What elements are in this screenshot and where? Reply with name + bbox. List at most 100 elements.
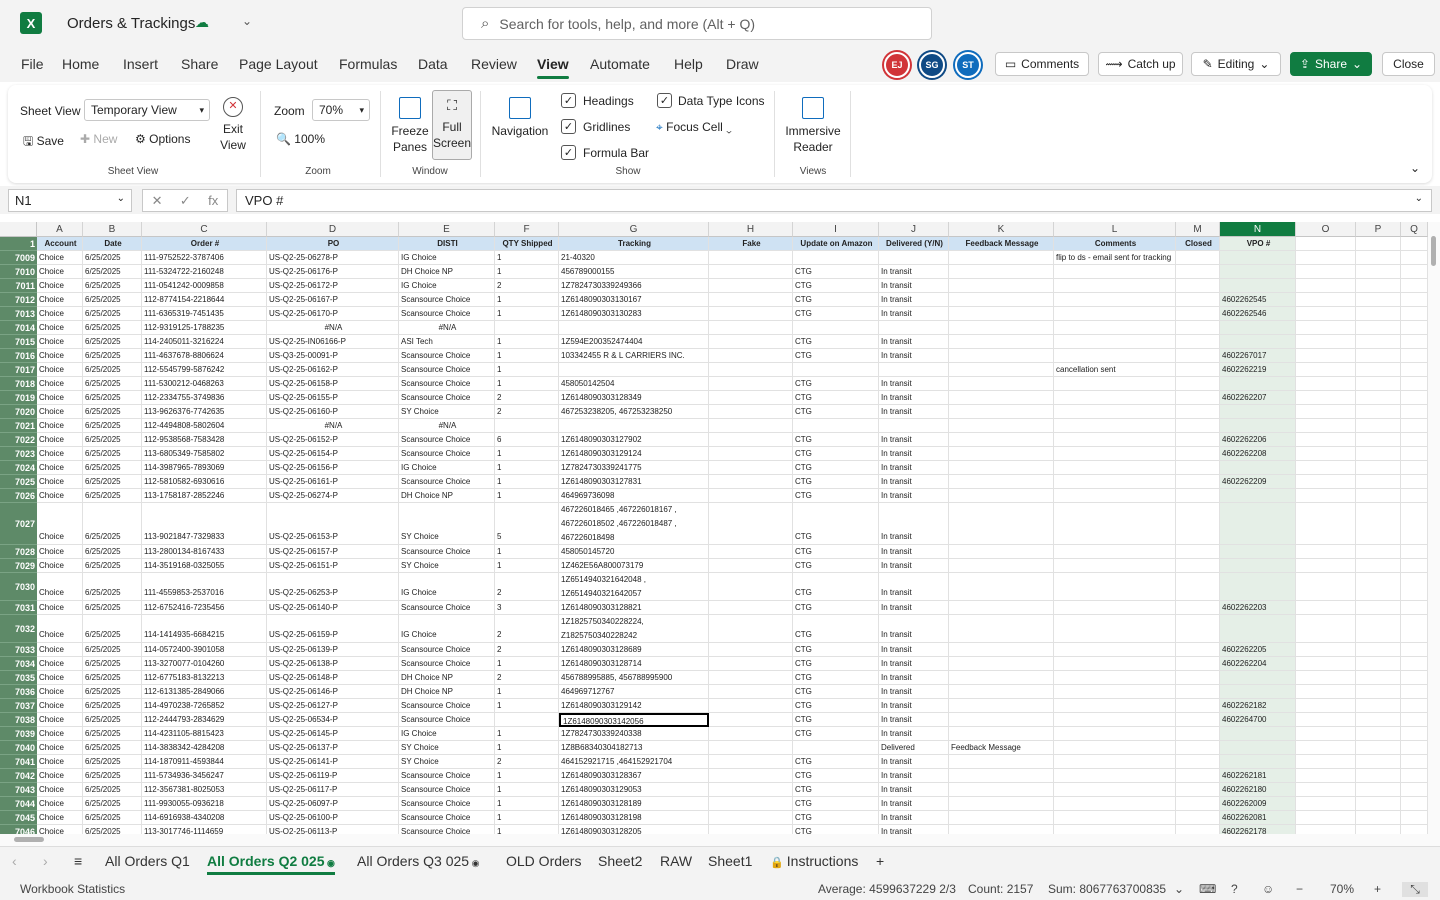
row-header[interactable]: 7044 <box>0 797 37 811</box>
cell-n[interactable] <box>1220 461 1296 475</box>
cell-m[interactable] <box>1176 307 1220 321</box>
cell-k[interactable] <box>949 503 1054 545</box>
column-header-n[interactable]: N <box>1220 222 1296 237</box>
cell-g[interactable]: 458050145720 <box>559 545 709 559</box>
column-header-d[interactable]: D <box>267 222 399 237</box>
add-sheet-button[interactable]: + <box>876 853 884 869</box>
sheet-tab-all-orders-q1[interactable]: All Orders Q1 <box>105 853 190 869</box>
column-header-c[interactable]: C <box>142 222 267 237</box>
cell-c[interactable]: 111-0541242-0009858 <box>142 279 267 293</box>
row-header[interactable]: 7011 <box>0 279 37 293</box>
cell-j[interactable] <box>879 321 949 335</box>
cell-f[interactable]: 1 <box>495 769 559 783</box>
cell-d[interactable]: US-Q2-25-06119-P <box>267 769 399 783</box>
cell-d[interactable]: US-Q2-25-06100-P <box>267 811 399 825</box>
sheet-tab-all-orders-q2-025[interactable]: All Orders Q2 025 ◉ <box>207 853 335 875</box>
cell-l[interactable] <box>1054 643 1176 657</box>
cell-n[interactable] <box>1220 741 1296 755</box>
cell-j[interactable]: In transit <box>879 279 949 293</box>
cell-d[interactable]: US-Q2-25-06157-P <box>267 545 399 559</box>
cell-d[interactable]: US-Q2-25-06160-P <box>267 405 399 419</box>
cell-j[interactable]: In transit <box>879 461 949 475</box>
cell-a[interactable]: Choice <box>37 545 83 559</box>
exit-view-button[interactable]: ✕ Exit View <box>216 97 250 153</box>
cell-e[interactable]: Scansource Choice <box>399 391 495 405</box>
cell-f[interactable]: 1 <box>495 377 559 391</box>
cell-h[interactable] <box>709 321 793 335</box>
cell-d[interactable]: US-Q2-25-06137-P <box>267 741 399 755</box>
cell-d[interactable]: US-Q2-25-06154-P <box>267 447 399 461</box>
zoom-select[interactable]: 70% ▾ <box>312 99 370 121</box>
cell-n[interactable] <box>1220 545 1296 559</box>
cell-m[interactable] <box>1176 615 1220 643</box>
cell-i[interactable]: CTG <box>793 685 879 699</box>
cell-o[interactable] <box>1296 335 1356 349</box>
row-header[interactable]: 7045 <box>0 811 37 825</box>
cell-d[interactable]: US-Q2-25-06138-P <box>267 657 399 671</box>
cell-f[interactable]: 1 <box>495 825 559 834</box>
cell-o[interactable] <box>1296 503 1356 545</box>
cell-p[interactable] <box>1356 713 1401 727</box>
cell-a[interactable]: Choice <box>37 503 83 545</box>
cell-h[interactable] <box>709 293 793 307</box>
cell-q[interactable] <box>1401 419 1428 433</box>
cell-b[interactable]: 6/25/2025 <box>83 419 142 433</box>
cell-a[interactable]: Choice <box>37 825 83 834</box>
cell-i[interactable]: CTG <box>793 545 879 559</box>
cell-f[interactable]: 1 <box>495 559 559 573</box>
cell-d[interactable]: US-Q2-25-IN06166-P <box>267 335 399 349</box>
cell-g[interactable]: 1Z6148090303127902 <box>559 433 709 447</box>
cell-i[interactable]: CTG <box>793 713 879 727</box>
cell-q[interactable] <box>1401 489 1428 503</box>
cell-k[interactable] <box>949 405 1054 419</box>
cell-k[interactable] <box>949 811 1054 825</box>
cell-j[interactable]: In transit <box>879 671 949 685</box>
cell-o[interactable] <box>1296 657 1356 671</box>
cell-a[interactable]: Choice <box>37 391 83 405</box>
cell-k[interactable] <box>949 363 1054 377</box>
cell-q[interactable] <box>1401 811 1428 825</box>
cell-l[interactable] <box>1054 293 1176 307</box>
cell-a[interactable]: Choice <box>37 727 83 741</box>
cell-f[interactable]: 1 <box>495 349 559 363</box>
cell-d[interactable]: US-Q2-25-06113-P <box>267 825 399 834</box>
cell-b[interactable]: 6/25/2025 <box>83 279 142 293</box>
cell-k[interactable] <box>949 755 1054 769</box>
cell-c[interactable]: 112-5810582-6930616 <box>142 475 267 489</box>
header-cell[interactable]: Order # <box>142 237 267 251</box>
cell-l[interactable] <box>1054 727 1176 741</box>
vertical-scrollbar[interactable] <box>1428 222 1440 834</box>
cell-c[interactable]: 112-8774154-2218644 <box>142 293 267 307</box>
header-cell[interactable]: DISTI <box>399 237 495 251</box>
cell-m[interactable] <box>1176 265 1220 279</box>
cell-e[interactable]: SY Choice <box>399 741 495 755</box>
cell-d[interactable]: US-Q2-25-06151-P <box>267 559 399 573</box>
cell-h[interactable] <box>709 671 793 685</box>
row-header[interactable]: 7033 <box>0 643 37 657</box>
cell-n[interactable] <box>1220 335 1296 349</box>
header-cell[interactable]: Delivered (Y/N) <box>879 237 949 251</box>
cell-e[interactable]: Scansource Choice <box>399 825 495 834</box>
menu-data[interactable]: Data <box>418 56 448 72</box>
cell-o[interactable] <box>1296 573 1356 601</box>
cell-f[interactable]: 2 <box>495 615 559 643</box>
row-header[interactable]: 1 <box>0 237 37 251</box>
cell-d[interactable]: US-Q2-25-06148-P <box>267 671 399 685</box>
cell-m[interactable] <box>1176 769 1220 783</box>
cell-q[interactable] <box>1401 461 1428 475</box>
cell-k[interactable] <box>949 279 1054 293</box>
cell-b[interactable]: 6/25/2025 <box>83 699 142 713</box>
cell-c[interactable]: 112-3567381-8025053 <box>142 783 267 797</box>
close-button[interactable]: Close <box>1382 52 1435 76</box>
cell-b[interactable]: 6/25/2025 <box>83 685 142 699</box>
cell-d[interactable]: US-Q2-25-06534-P <box>267 713 399 727</box>
menu-view[interactable]: View <box>537 56 569 79</box>
cell-i[interactable]: CTG <box>793 433 879 447</box>
cell-n[interactable]: 4602267017 <box>1220 349 1296 363</box>
cell-j[interactable]: In transit <box>879 699 949 713</box>
cell-h[interactable] <box>709 657 793 671</box>
cell-d[interactable]: US-Q2-25-06139-P <box>267 643 399 657</box>
cell-l[interactable] <box>1054 601 1176 615</box>
cell-d[interactable]: US-Q2-25-06172-P <box>267 279 399 293</box>
cell-a[interactable]: Choice <box>37 797 83 811</box>
